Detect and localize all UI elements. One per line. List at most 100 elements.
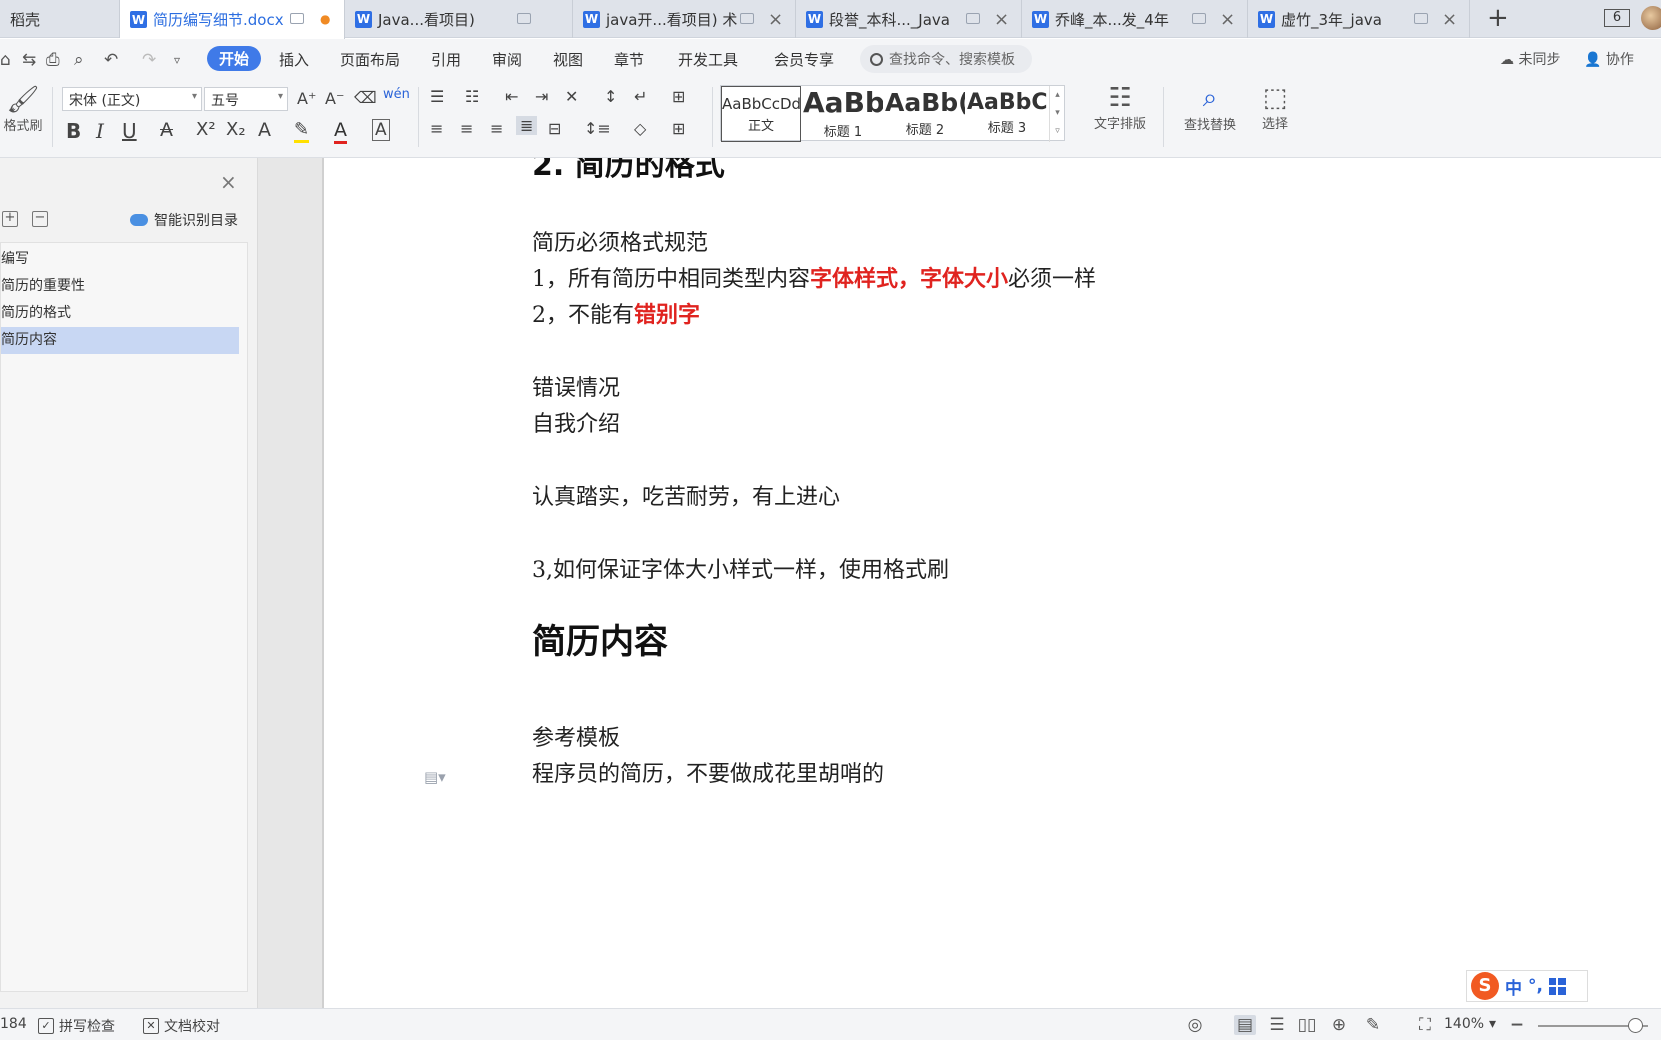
shrink-font-icon[interactable]: A⁻: [325, 89, 344, 108]
borders-icon[interactable]: ⊞: [672, 119, 685, 138]
bullet-list-icon[interactable]: ☰: [430, 87, 444, 106]
align-right-icon[interactable]: ≡: [490, 119, 503, 138]
window-count-badge[interactable]: 6: [1604, 9, 1630, 27]
menu-home[interactable]: 开始: [207, 46, 262, 71]
font-color-icon[interactable]: A: [334, 119, 347, 144]
page-view-icon[interactable]: ▤: [1234, 1015, 1256, 1035]
outline-item[interactable]: 简历的重要性: [1, 273, 239, 300]
fit-page-icon[interactable]: ⛶: [1414, 1015, 1436, 1035]
zoom-slider[interactable]: [1538, 1018, 1648, 1033]
command-search-input[interactable]: 查找命令、搜索模板: [860, 45, 1032, 73]
menu-page-layout[interactable]: 页面布局: [340, 49, 400, 70]
home-icon[interactable]: ⌂: [0, 50, 11, 70]
ime-toolbar[interactable]: S 中 °,: [1466, 970, 1588, 1002]
menu-view[interactable]: 视图: [553, 49, 583, 70]
tab-doc-3[interactable]: W java开...看项目) 术 ×: [573, 0, 796, 38]
print-preview-icon[interactable]: ⌕: [74, 50, 84, 70]
text-layout-button[interactable]: ☷ 文字排版: [1080, 83, 1160, 132]
outline-item[interactable]: 编写: [1, 246, 239, 273]
print-icon[interactable]: ⎙: [46, 50, 60, 70]
align-center-icon[interactable]: ≡: [460, 119, 473, 138]
style-heading-2[interactable]: AaBb( 标题 2: [885, 86, 965, 142]
outline-item-active[interactable]: 简历内容: [1, 327, 239, 354]
style-normal[interactable]: AaBbCcDd 正文: [721, 86, 801, 142]
phonetic-guide-icon[interactable]: wén: [383, 87, 410, 102]
collapse-all-icon[interactable]: −: [32, 211, 48, 227]
new-tab-plus-icon[interactable]: +: [1487, 3, 1509, 33]
chevron-down-icon[interactable]: ▿: [174, 53, 180, 67]
ime-punct[interactable]: °,: [1528, 976, 1543, 996]
menu-member[interactable]: 会员专享: [774, 49, 834, 70]
menu-developer[interactable]: 开发工具: [678, 49, 738, 70]
zoom-slider-knob[interactable]: [1628, 1018, 1643, 1033]
tab-doc-6[interactable]: W 虚竹_3年_java ×: [1248, 0, 1470, 38]
grow-font-icon[interactable]: A⁺: [297, 89, 316, 108]
web-view-icon[interactable]: ⊕: [1328, 1015, 1350, 1035]
outline-item[interactable]: 简历的格式: [1, 300, 239, 327]
smart-toc-button[interactable]: 智能识别目录: [130, 210, 238, 230]
menu-review[interactable]: 审阅: [492, 49, 522, 70]
strikethrough-icon[interactable]: A: [160, 119, 173, 141]
doc-proofread-button[interactable]: ✕ 文档校对: [143, 1016, 220, 1036]
close-pane-icon[interactable]: ×: [220, 170, 237, 194]
screen-icon[interactable]: [966, 13, 980, 24]
redo-icon[interactable]: ↷: [142, 50, 156, 70]
tab-daoke[interactable]: 稻壳: [0, 0, 120, 38]
screen-icon[interactable]: [740, 13, 754, 24]
page-count[interactable]: 184: [0, 1016, 27, 1032]
sync-status[interactable]: ☁ 未同步: [1500, 49, 1560, 69]
font-size-select[interactable]: 五号: [204, 87, 288, 111]
justify-icon[interactable]: ≣: [516, 116, 538, 135]
ime-apps-icon[interactable]: [1548, 977, 1566, 995]
eye-protection-icon[interactable]: ◎: [1184, 1015, 1206, 1035]
save-icon[interactable]: ⇆: [22, 50, 36, 70]
clear-format-icon[interactable]: ⌫: [354, 88, 377, 107]
bold-icon[interactable]: B: [66, 119, 81, 143]
expand-all-icon[interactable]: +: [2, 211, 18, 227]
select-button[interactable]: ⬚ 选择: [1250, 83, 1300, 132]
close-tab-icon[interactable]: ×: [1220, 9, 1235, 30]
increase-indent-icon[interactable]: ⇥: [535, 87, 548, 106]
font-name-select[interactable]: 宋体 (正文): [62, 87, 202, 111]
format-painter-button[interactable]: 🖌 格式刷: [0, 85, 46, 134]
reading-view-icon[interactable]: ▯▯: [1296, 1015, 1318, 1035]
text-effect-icon[interactable]: A: [258, 119, 271, 141]
show-marks-icon[interactable]: ↵: [634, 87, 647, 106]
screen-icon[interactable]: [517, 13, 531, 24]
outline-view-icon[interactable]: ☰: [1266, 1015, 1288, 1035]
subscript-icon[interactable]: X₂: [226, 119, 246, 140]
style-heading-1[interactable]: AaBb 标题 1: [803, 86, 883, 142]
italic-icon[interactable]: I: [96, 119, 104, 143]
char-border-icon[interactable]: A: [372, 119, 390, 141]
screen-icon[interactable]: [1192, 13, 1206, 24]
document-page[interactable]: 2. 简历的格式 简历必须格式规范 1，所有简历中相同类型内容字体样式，字体大小…: [322, 158, 1661, 1008]
shading-icon[interactable]: ◇: [634, 119, 646, 138]
close-tab-icon[interactable]: ×: [768, 9, 783, 30]
write-view-icon[interactable]: ✎: [1362, 1015, 1384, 1035]
table-border-icon[interactable]: ⊞: [672, 87, 685, 106]
underline-icon[interactable]: U: [122, 119, 137, 143]
close-tab-icon[interactable]: ×: [1442, 9, 1457, 30]
style-heading-3[interactable]: AaBbC 标题 3: [967, 86, 1047, 142]
ime-lang[interactable]: 中: [1505, 974, 1522, 999]
sort-icon[interactable]: ↕: [604, 87, 617, 106]
undo-icon[interactable]: ↶: [104, 50, 118, 70]
numbered-list-icon[interactable]: ☷: [465, 87, 479, 106]
highlight-icon[interactable]: ✎: [294, 119, 310, 143]
menu-insert[interactable]: 插入: [279, 49, 309, 70]
menu-references[interactable]: 引用: [431, 49, 461, 70]
tab-doc-2[interactable]: W Java...看项目): [345, 0, 573, 38]
close-tab-icon[interactable]: ×: [994, 9, 1009, 30]
spell-check-button[interactable]: ✓ 拼写检查: [38, 1016, 115, 1036]
avatar[interactable]: [1641, 6, 1661, 30]
distributed-icon[interactable]: ⊟: [548, 119, 561, 138]
screen-icon[interactable]: [1414, 13, 1428, 24]
find-replace-button[interactable]: ⌕ 查找替换: [1170, 83, 1250, 133]
styles-scroll-icon[interactable]: ▴ ▾ ▿: [1049, 86, 1065, 142]
zoom-out-icon[interactable]: −: [1506, 1015, 1528, 1035]
zoom-level[interactable]: 140% ▾: [1444, 1016, 1496, 1032]
chinese-layout-icon[interactable]: ✕: [565, 87, 578, 106]
menu-chapter[interactable]: 章节: [614, 49, 644, 70]
tab-doc-4[interactable]: W 段誉_本科..._Java ×: [796, 0, 1022, 38]
collaborate-button[interactable]: 👤 协作: [1584, 49, 1634, 69]
